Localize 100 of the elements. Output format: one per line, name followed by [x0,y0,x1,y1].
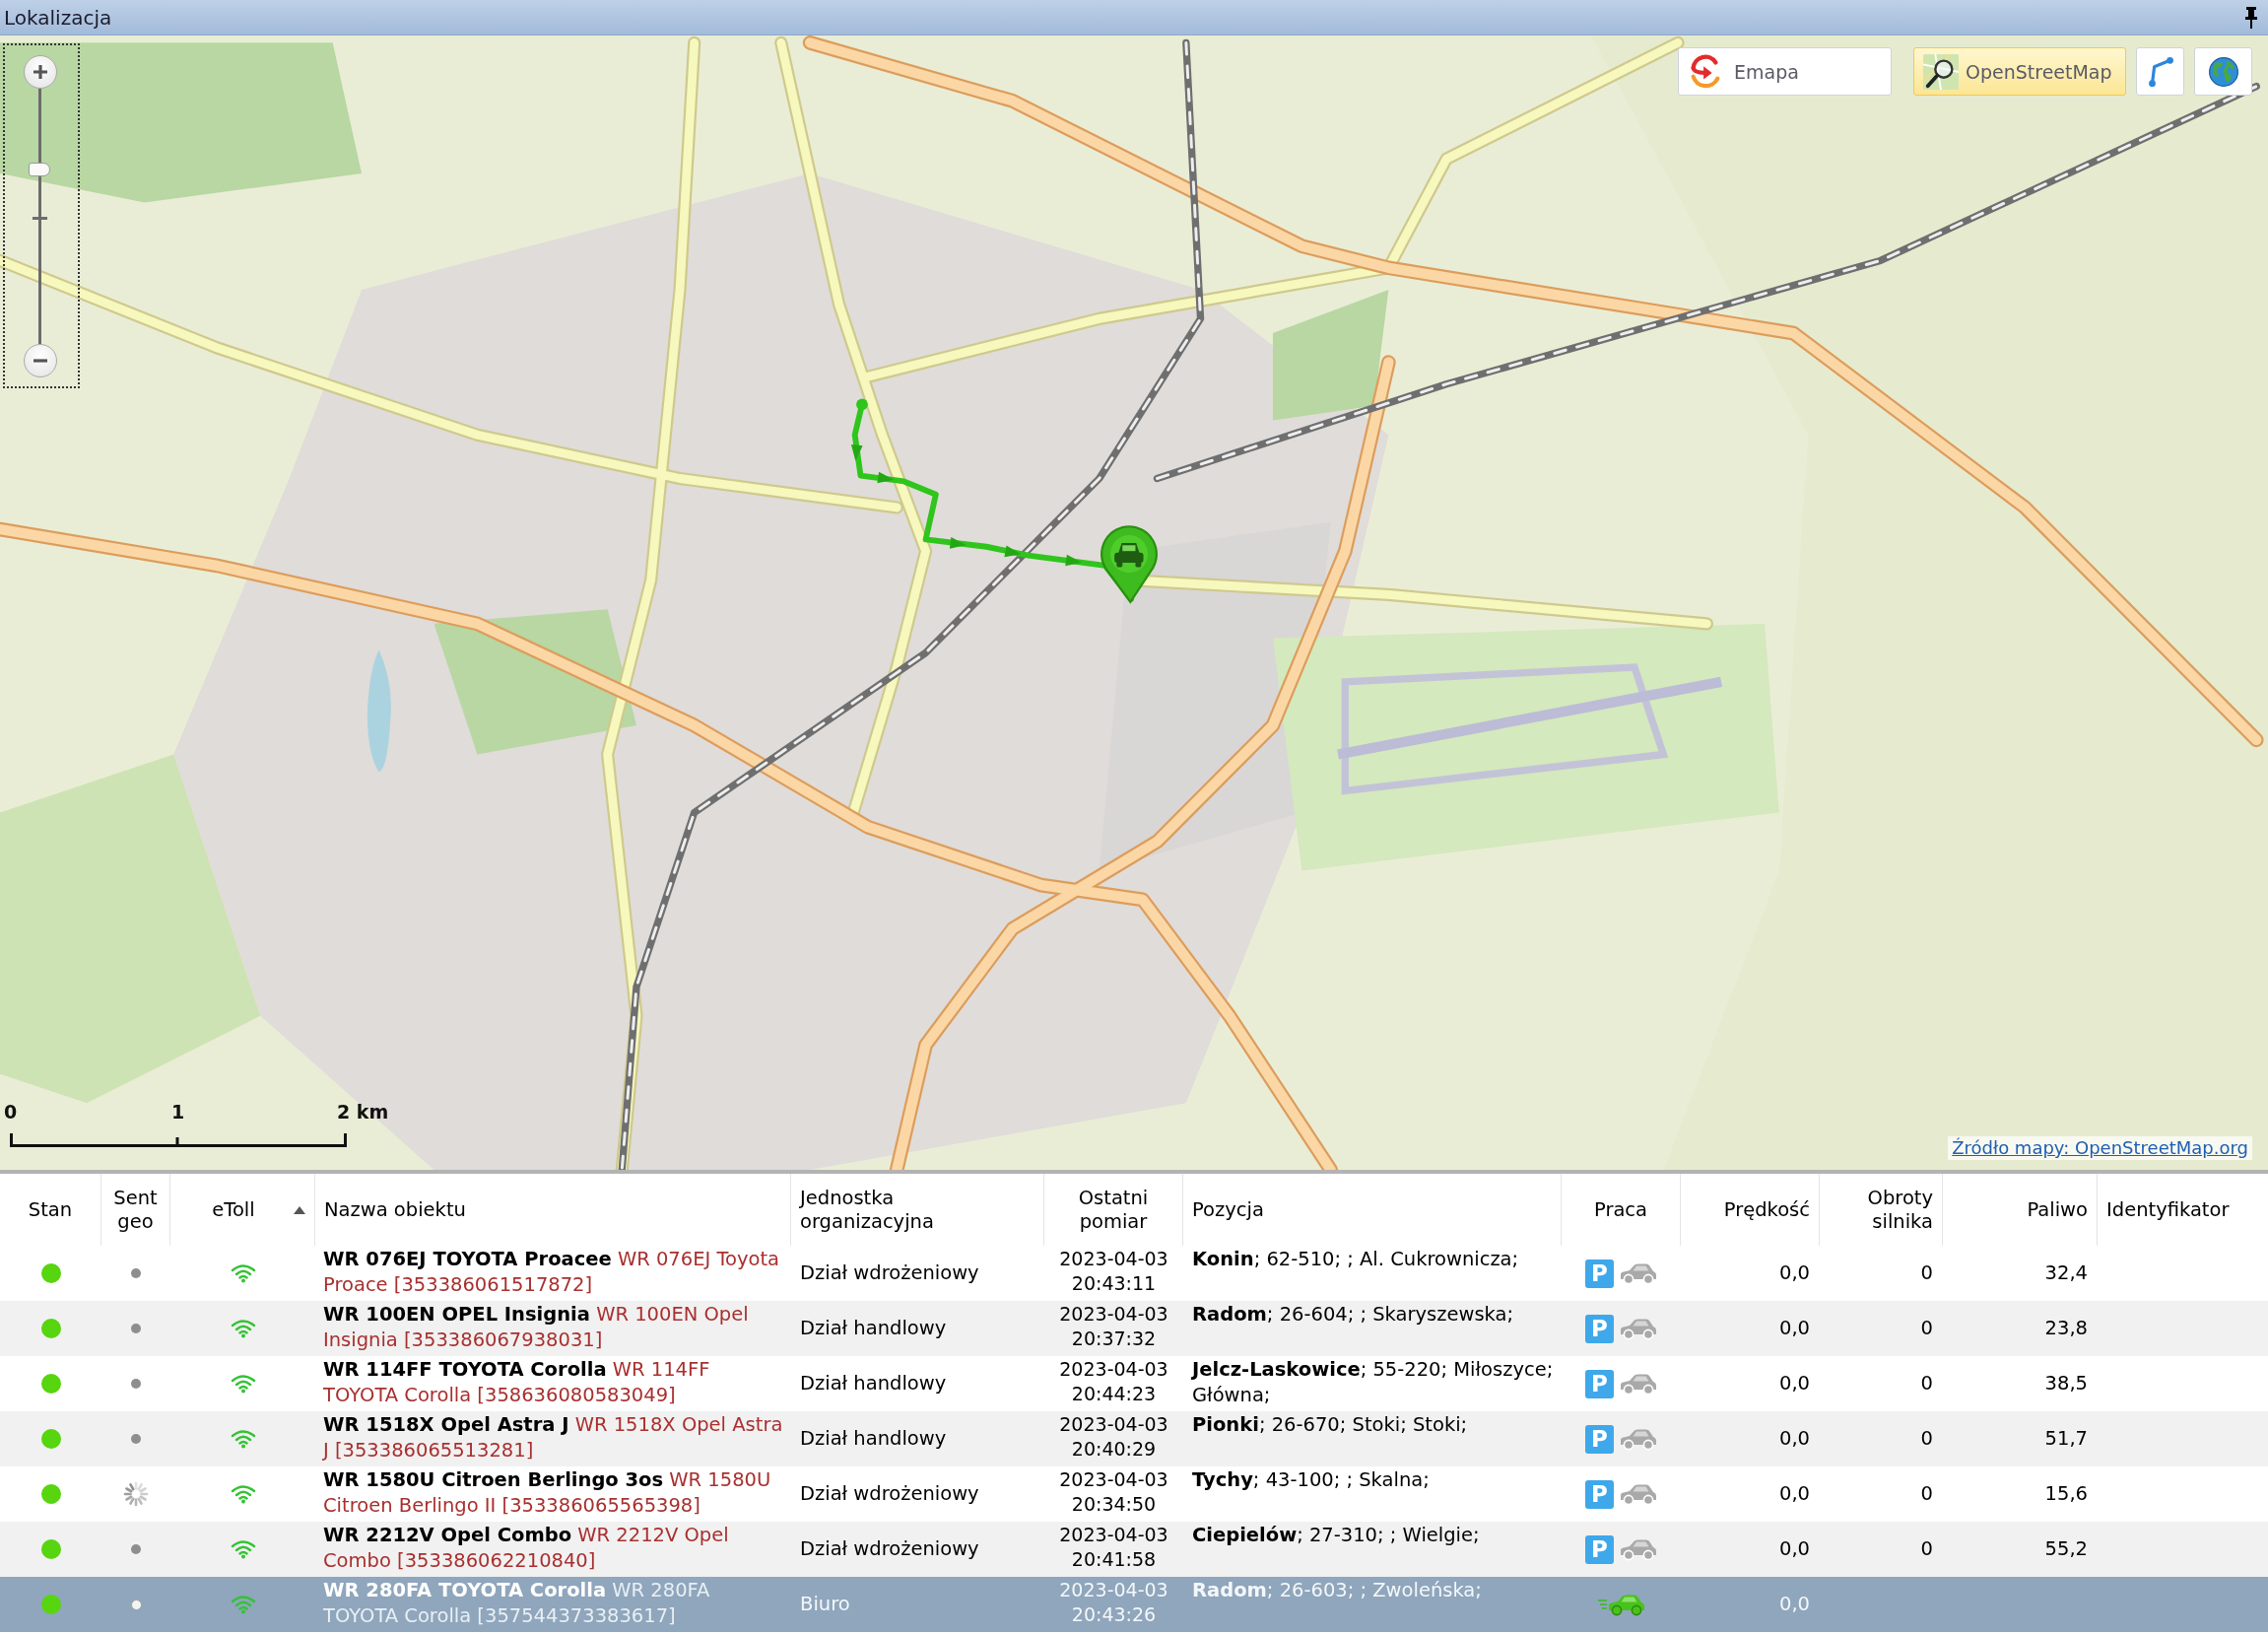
table-row[interactable]: WR 100EN OPEL Insignia WR 100EN Opel Insignia [353386067938031] Dział handlowy 2023-04-03 20:37:32 Radom; 26-604; ; Skaryszewska; P 0,0 0 23,8 [0,1301,2268,1356]
speed-value: 0,0 [1779,1260,1810,1286]
globe-button[interactable] [2194,47,2252,96]
fuel-value: 55,2 [2044,1536,2088,1562]
org-unit: Dział wdrożeniowy [800,1536,979,1562]
column-header[interactable]: Identyfikator [2098,1174,2268,1246]
position-address: Ciepielów; 27-310; ; Wielgie; [1192,1523,1480,1548]
last-measurement-time: 2023-04-03 20:41:58 [1058,1523,1169,1572]
parking-badge: P [1585,1534,1614,1564]
speed-value: 0,0 [1779,1426,1810,1452]
dot-icon [131,1434,141,1444]
speed-value: 0,0 [1779,1316,1810,1341]
dot-icon [131,1544,141,1554]
dot-icon [130,1599,142,1610]
parking-badge: P [1585,1259,1614,1288]
position-address: Tychy; 43-100; ; Skalna; [1192,1467,1430,1493]
position-address: Jelcz-Laskowice; 55-220; Miłoszyce; Główna; [1192,1357,1555,1408]
moving-car-icon [1596,1593,1646,1616]
fuel-value: 15,6 [2044,1481,2088,1507]
parking-badge: P [1585,1369,1614,1398]
engine-rpm-value: 0 [1920,1426,1933,1452]
position-address: Radom; 26-604; ; Skaryszewska; [1192,1302,1514,1328]
column-header[interactable]: eToll [170,1174,315,1246]
car-icon [1618,1482,1657,1506]
map-source-button[interactable]: OpenStreetMap [1913,47,2126,96]
object-name: WR 1518X Opel Astra J WR 1518X Opel Astra J [353386065513281] [323,1412,784,1464]
column-header[interactable]: Ostatni pomiar [1044,1174,1183,1246]
scale-label: 2 km [337,1100,389,1123]
table-row[interactable]: WR 2212V Opel Combo WR 2212V Opel Combo [353386062210840] Dział wdrożeniowy 2023-04-03 20:41:58 Ciepielów; 27-310; ; Wielgie; P 0,0 0 55,2 [0,1522,2268,1577]
map-source-link[interactable]: Źródło mapy: OpenStreetMap.org [1948,1136,2252,1160]
speed-value: 0,0 [1779,1536,1810,1562]
map-pin-icon[interactable] [1101,525,1158,603]
car-icon [1618,1317,1657,1340]
engine-rpm-value: 0 [1920,1536,1933,1562]
dot-icon [131,1324,141,1333]
parking-badge: P [1585,1314,1614,1343]
fuel-value: 32,4 [2044,1260,2088,1286]
map-magnifier-icon [1922,52,1960,91]
org-unit: Biuro [800,1592,850,1617]
car-icon [1618,1427,1657,1451]
table-row[interactable]: WR 076EJ TOYOTA Proacee WR 076EJ Toyota Proace [353386061517872] Dział wdrożeniowy 2023-04-03 20:43:11 Konin; 62-510; ; Al. Cukrownicza; P 0,0 0 32,4 [0,1246,2268,1301]
loading-spinner-icon [123,1481,149,1507]
fuel-value: 23,8 [2044,1316,2088,1341]
object-name: WR 114FF TOYOTA Corolla WR 114FF TOYOTA Corolla [358636080583049] [323,1357,711,1408]
column-header[interactable]: Sent geo [101,1174,170,1246]
column-header[interactable]: Jednostka organizacyjna [791,1174,1044,1246]
org-unit: Dział wdrożeniowy [800,1481,979,1507]
engine-rpm-value: 0 [1920,1481,1933,1507]
engine-rpm-value: 0 [1920,1316,1933,1341]
car-icon [1618,1372,1657,1396]
minus-icon [33,359,48,363]
position-address: Pionki; 26-670; Stoki; Stoki; [1192,1412,1468,1438]
org-unit: Dział handlowy [800,1371,947,1396]
speed-value: 0,0 [1779,1481,1810,1507]
speed-value: 0,0 [1779,1592,1810,1617]
pin-icon[interactable] [2244,6,2258,29]
plus-icon [33,64,48,80]
last-measurement-time: 2023-04-03 20:44:23 [1058,1357,1169,1406]
slider-thumb[interactable] [29,163,50,177]
table-row[interactable]: WR 1580U Citroen Berlingo 3os WR 1580U Citroen Berlingo II [353386065565398] Dział wdrożeniowy 2023-04-03 20:34:50 Tychy; 43-100; ; Skalna; P 0,0 0 15,6 [0,1466,2268,1522]
last-measurement-time: 2023-04-03 20:40:29 [1058,1412,1169,1462]
engine-rpm-value: 0 [1920,1371,1933,1396]
table-row[interactable]: WR 114FF TOYOTA Corolla WR 114FF TOYOTA Corolla [358636080583049] Dział handlowy 2023-04-03 20:44:23 Jelcz-Laskowice; 55-220; Miłoszyce; Główna; P 0,0 0 38,5 [0,1356,2268,1411]
column-header[interactable]: Pozycja [1183,1174,1562,1246]
org-unit: Dział handlowy [800,1426,947,1452]
dot-icon [131,1268,141,1278]
dot-icon [131,1379,141,1389]
object-name: WR 2212V Opel Combo WR 2212V Opel Combo [353386062210840] [323,1523,730,1574]
sort-ascending-icon [294,1205,305,1214]
position-address: Radom; 26-603; ; Zwoleńska; [1192,1578,1482,1603]
object-name: WR 1580U Citroen Berlingo 3os WR 1580U Citroen Berlingo II [353386065565398] [323,1467,772,1519]
column-header[interactable]: Paliwo [1943,1174,2098,1246]
globe-icon [2207,54,2239,89]
engine-rpm-value: 0 [1920,1260,1933,1286]
table-row[interactable]: WR 1518X Opel Astra J WR 1518X Opel Astra J [353386065513281] Dział handlowy 2023-04-03 20:40:29 Pionki; 26-670; Stoki; Stoki; P 0,0 0 51,7 [0,1411,2268,1466]
column-header[interactable]: Prędkość [1681,1174,1820,1246]
object-name: WR 076EJ TOYOTA Proacee WR 076EJ Toyota Proace [353386061517872] [323,1247,781,1298]
last-measurement-time: 2023-04-03 20:37:32 [1058,1302,1169,1351]
scale-label: 0 [4,1100,18,1123]
fuel-value: 38,5 [2044,1371,2088,1396]
parking-badge: P [1585,1424,1614,1454]
last-measurement-time: 2023-04-03 20:43:26 [1058,1578,1169,1627]
object-name: WR 280FA TOYOTA Corolla WR 280FA TOYOTA Corolla [357544373383617] [323,1578,711,1629]
column-header[interactable]: Nazwa obiektu [315,1174,791,1246]
last-measurement-time: 2023-04-03 20:43:11 [1058,1247,1169,1296]
map-source-button[interactable]: Emapa [1678,47,1892,96]
scale-label: 1 [171,1100,185,1123]
position-address: Konin; 62-510; ; Al. Cukrownicza; [1192,1247,1519,1272]
car-icon [1618,1537,1657,1561]
car-icon [1618,1261,1657,1285]
org-unit: Dział handlowy [800,1316,947,1341]
speed-value: 0,0 [1779,1371,1810,1396]
object-name: WR 100EN OPEL Insignia WR 100EN Opel Insignia [353386067938031] [323,1302,750,1353]
fuel-value: 51,7 [2044,1426,2088,1452]
parking-badge: P [1585,1479,1614,1509]
column-header[interactable]: Stan [0,1174,101,1246]
column-header[interactable]: Praca [1562,1174,1681,1246]
route-button[interactable] [2136,47,2184,96]
column-header[interactable]: Obroty silnika [1820,1174,1943,1246]
org-unit: Dział wdrożeniowy [800,1260,979,1286]
